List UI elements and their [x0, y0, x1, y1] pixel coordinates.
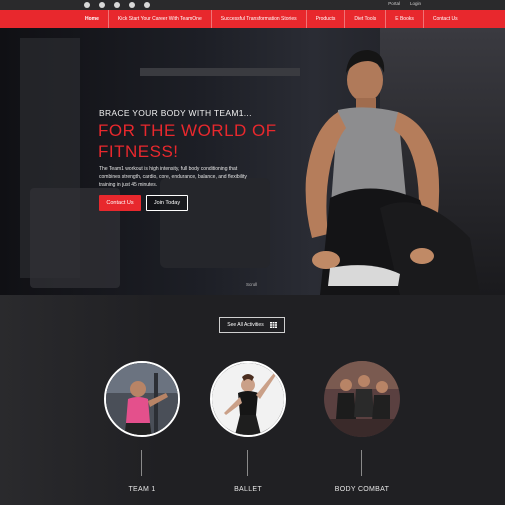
activity-name[interactable]: BODY COMBAT — [304, 486, 420, 493]
instagram-icon[interactable] — [84, 2, 90, 8]
hero-kicker: BRACE YOUR BODY WITH TEAM1... — [99, 108, 252, 118]
main-nav: Home Kick Start Your Career With TeamOne… — [0, 10, 505, 28]
see-all-activities-button[interactable]: See All Activities — [219, 317, 285, 333]
page-root: Portal Login Home Kick Start Your Career… — [0, 0, 505, 505]
barbell-shape — [140, 68, 300, 76]
activity-ballet[interactable]: BALLET — [210, 361, 286, 501]
ballet-photo — [212, 363, 284, 435]
hero-title: FOR THE WORLD OF FITNESS! — [98, 121, 277, 161]
social-links — [84, 2, 150, 8]
nav-item-products[interactable]: Products — [307, 10, 346, 28]
facebook-icon[interactable] — [99, 2, 105, 8]
utility-bar: Portal Login — [0, 0, 505, 10]
team1-photo — [106, 363, 178, 435]
nav-item-career[interactable]: Kick Start Your Career With TeamOne — [109, 10, 212, 28]
grid-icon — [269, 322, 277, 328]
nav-item-diet-tools[interactable]: Diet Tools — [345, 10, 387, 28]
pinterest-icon[interactable] — [144, 2, 150, 8]
utility-links: Portal Login — [388, 1, 421, 6]
activity-divider — [361, 450, 362, 476]
activity-image[interactable] — [210, 361, 286, 437]
login-link[interactable]: Login — [410, 1, 421, 6]
portal-link[interactable]: Portal — [388, 1, 400, 6]
activity-team1[interactable]: TEAM 1 — [104, 361, 180, 501]
nav-item-home[interactable]: Home — [76, 10, 109, 28]
hero-description: The Team1 workout is high intensity, ful… — [99, 166, 247, 188]
join-today-button[interactable]: Join Today — [146, 195, 188, 211]
body-combat-photo — [324, 361, 400, 437]
activity-divider — [247, 450, 248, 476]
twitter-icon[interactable] — [114, 2, 120, 8]
nav-item-stories[interactable]: Successful Transformation Stories — [212, 10, 307, 28]
see-all-label: See All Activities — [227, 322, 264, 328]
nav-item-contact[interactable]: Contact Us — [424, 10, 467, 28]
activity-name[interactable]: BALLET — [190, 486, 306, 493]
athlete-photo — [305, 50, 480, 295]
hero-banner: BRACE YOUR BODY WITH TEAM1... FOR THE WO… — [0, 28, 505, 295]
weights-shape — [160, 178, 270, 268]
activity-name[interactable]: TEAM 1 — [84, 486, 200, 493]
activity-divider — [141, 450, 142, 476]
nav-item-ebooks[interactable]: E Books — [386, 10, 424, 28]
activity-image[interactable] — [104, 361, 180, 437]
contact-us-button[interactable]: Contact Us — [99, 195, 141, 211]
rss-icon[interactable] — [129, 2, 135, 8]
scroll-indicator[interactable]: Scroll — [246, 282, 257, 287]
nav-items: Home Kick Start Your Career With TeamOne… — [76, 10, 467, 28]
activities-section: See All Activities TEAM 1 BALLET BODY CO… — [0, 295, 505, 505]
activity-image[interactable] — [324, 361, 400, 437]
activity-body-combat[interactable]: BODY COMBAT — [324, 361, 400, 501]
